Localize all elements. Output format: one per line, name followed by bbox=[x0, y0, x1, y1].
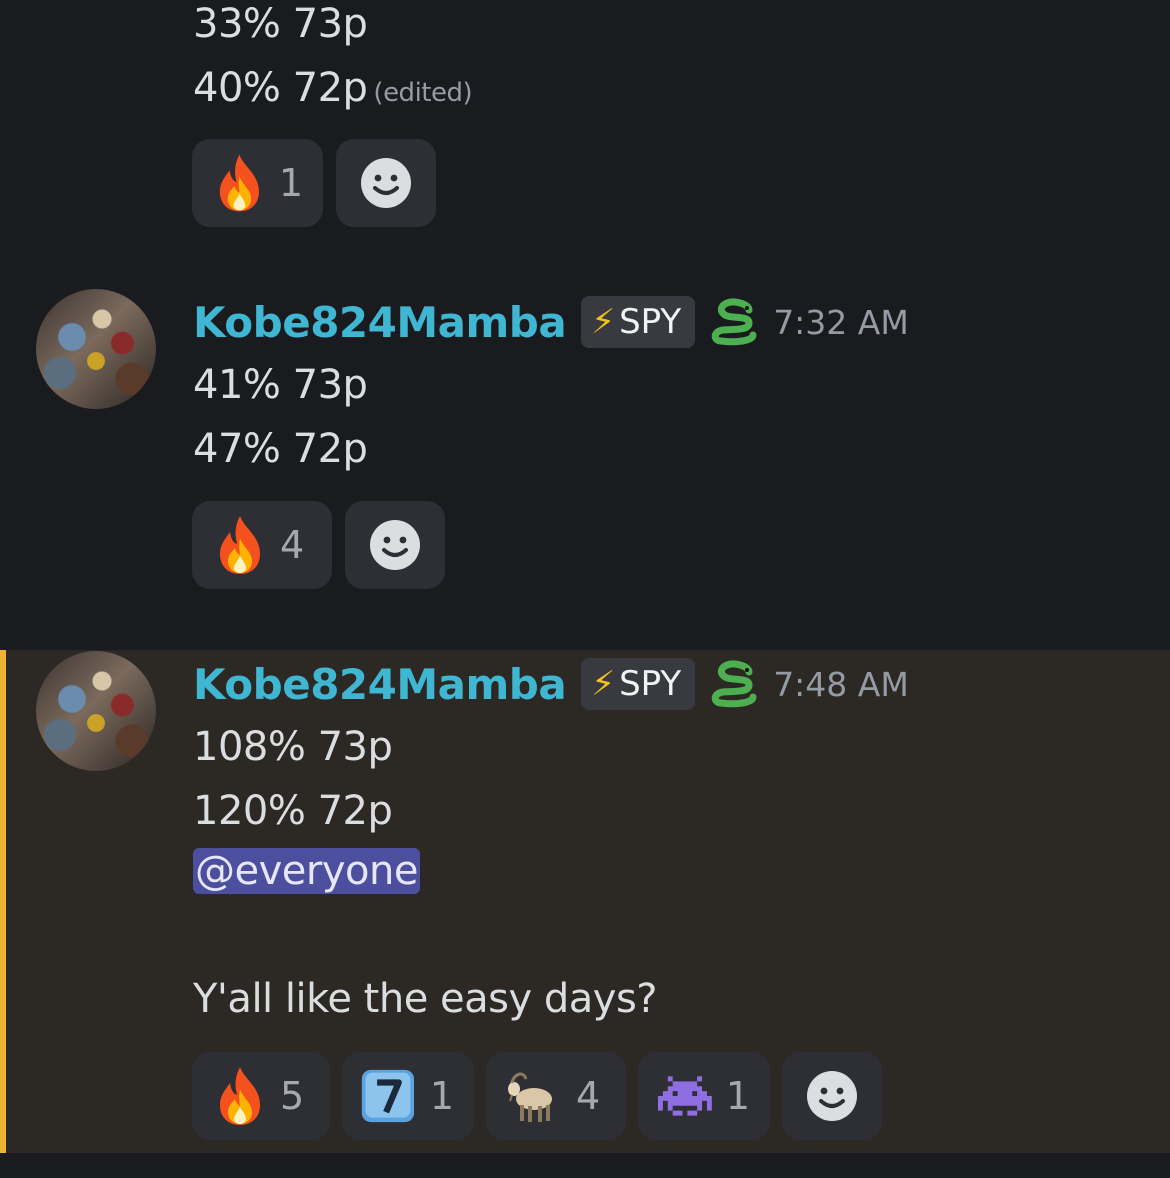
avatar[interactable] bbox=[36, 289, 156, 409]
message-header: Kobe824Mamba ⚡ SPY 7:48 AM bbox=[193, 654, 909, 714]
reaction-fire[interactable]: 5 bbox=[192, 1052, 330, 1140]
lightning-icon: ⚡ bbox=[591, 664, 616, 704]
fire-icon bbox=[220, 1067, 260, 1125]
message-line: 108% 73p bbox=[193, 724, 393, 770]
message-line: @everyone bbox=[193, 847, 420, 895]
reaction-count: 1 bbox=[429, 1074, 454, 1118]
tag-label: SPY bbox=[619, 664, 682, 704]
server-tag[interactable]: ⚡ SPY bbox=[581, 658, 696, 710]
reaction-count: 1 bbox=[278, 161, 303, 205]
smiley-icon bbox=[361, 158, 411, 208]
reaction-count: 4 bbox=[280, 523, 305, 567]
add-reaction-button[interactable] bbox=[782, 1052, 882, 1140]
timestamp: 7:48 AM bbox=[773, 664, 909, 704]
reaction-count: 1 bbox=[725, 1074, 750, 1118]
message-line: Y'all like the easy days? bbox=[193, 976, 658, 1022]
message-header: Kobe824Mamba ⚡ SPY 7:32 AM bbox=[193, 292, 909, 352]
tag-label: SPY bbox=[619, 302, 682, 342]
message-line: 120% 72p bbox=[193, 788, 393, 834]
reaction-count: 5 bbox=[280, 1074, 305, 1118]
reaction-space-invader[interactable]: 1 bbox=[638, 1052, 770, 1140]
reaction-goat[interactable]: 4 bbox=[486, 1052, 626, 1140]
message-line: 33% 73p bbox=[193, 1, 368, 47]
reaction-bar: 5 1 4 1 bbox=[192, 1052, 882, 1140]
lightning-icon: ⚡ bbox=[591, 302, 616, 342]
message-line: 40% 72p (edited) bbox=[193, 64, 473, 117]
timestamp: 7:32 AM bbox=[773, 302, 909, 342]
snake-icon bbox=[709, 297, 759, 347]
username[interactable]: Kobe824Mamba bbox=[193, 660, 567, 709]
reaction-fire[interactable]: 1 bbox=[192, 139, 323, 227]
edited-label: (edited) bbox=[373, 78, 473, 108]
add-reaction-button[interactable] bbox=[336, 139, 436, 227]
reaction-bar: 1 bbox=[192, 139, 436, 227]
mention-everyone[interactable]: @everyone bbox=[193, 848, 420, 894]
reaction-keycap-seven[interactable]: 1 bbox=[342, 1052, 474, 1140]
smiley-icon bbox=[370, 520, 420, 570]
message-line: 41% 73p bbox=[193, 362, 368, 408]
reaction-fire[interactable]: 4 bbox=[192, 501, 332, 589]
fire-icon bbox=[219, 154, 259, 212]
username[interactable]: Kobe824Mamba bbox=[193, 298, 567, 347]
goat-icon bbox=[508, 1072, 552, 1122]
add-reaction-button[interactable] bbox=[345, 501, 445, 589]
chat-view: 33% 73p 40% 72p (edited) 1 Kobe824Mamba ⚡ bbox=[0, 0, 1170, 1178]
snake-icon bbox=[709, 659, 759, 709]
keycap-seven-icon bbox=[361, 1069, 415, 1123]
message-line: 47% 72p bbox=[193, 426, 368, 472]
reaction-count: 4 bbox=[576, 1074, 601, 1118]
server-tag[interactable]: ⚡ SPY bbox=[581, 296, 696, 348]
avatar[interactable] bbox=[36, 651, 156, 771]
space-invader-icon bbox=[658, 1076, 712, 1116]
reaction-bar: 4 bbox=[192, 501, 445, 589]
fire-icon bbox=[220, 516, 260, 574]
message-text: 40% 72p bbox=[193, 65, 368, 111]
smiley-icon bbox=[807, 1071, 857, 1121]
bottom-divider bbox=[0, 1153, 1170, 1178]
